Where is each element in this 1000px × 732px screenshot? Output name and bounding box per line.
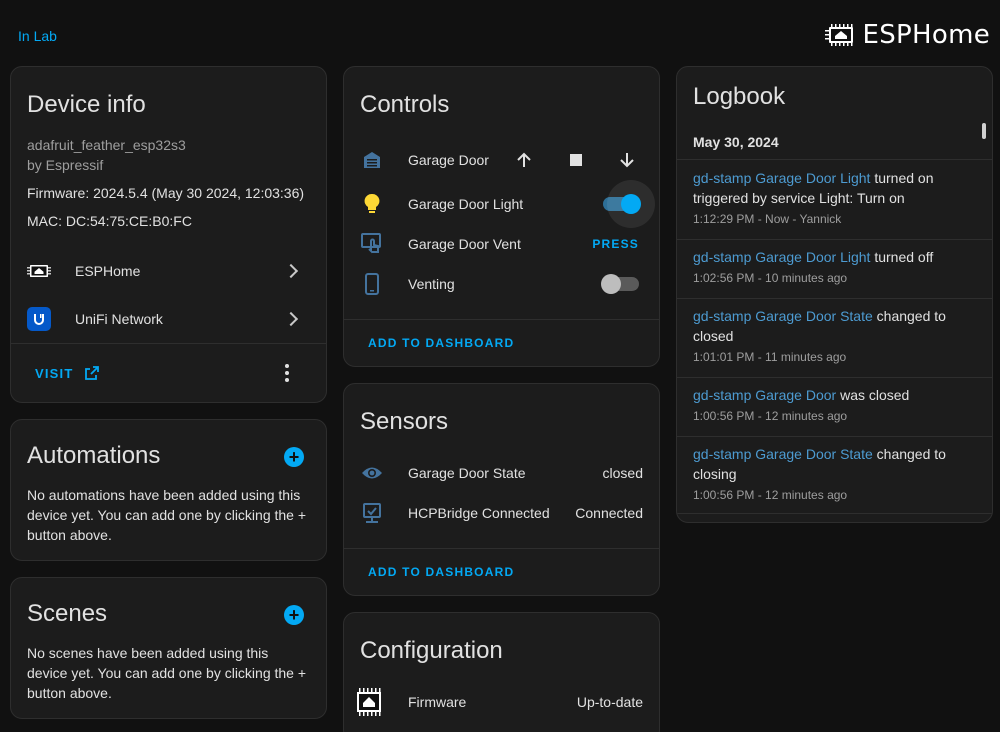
automations-empty-text: No automations have been added using thi… [27,487,307,543]
sensor-garage-door-state[interactable]: Garage Door State closed [360,461,643,485]
log-entry: gd-stamp Garage Door Light turned on tri… [677,168,992,240]
log-entity-link[interactable]: gd-stamp Garage Door State [693,446,873,462]
control-label[interactable]: Garage Door Light [408,196,523,212]
config-value: Up-to-date [576,694,643,710]
add-automation-button[interactable]: + [284,447,304,467]
toggle-knob [601,274,621,294]
sensors-title: Sensors [360,408,449,435]
press-button[interactable]: PRESS [592,237,639,251]
arrow-down-icon[interactable] [618,151,636,169]
control-garage-door-light: Garage Door Light [360,192,643,216]
log-message: turned off [870,249,934,265]
esphome-brand: ESPHome [824,20,991,50]
logbook-card: Logbook May 30, 2024 gd-stamp Garage Doo… [676,66,993,523]
gesture-tap-icon [360,232,384,256]
log-entity-link[interactable]: gd-stamp Garage Door Light [693,170,870,186]
sensor-value: Connected [575,505,643,521]
device-info-title: Device info [27,91,146,118]
unifi-icon [27,307,51,331]
controls-title: Controls [360,91,450,118]
stop-icon[interactable] [570,154,582,166]
configuration-card: Configuration Firmware Up-to-date [343,612,660,732]
sensor-hcpbridge-connected[interactable]: HCPBridge Connected Connected [360,501,643,525]
open-in-new-icon [84,366,99,380]
config-firmware[interactable]: Firmware Up-to-date [357,688,643,716]
logbook-title: Logbook [693,83,786,110]
device-mac: MAC: DC:54:75:CE:B0:FC [27,213,192,229]
control-label[interactable]: Garage Door [408,152,489,168]
device-model: adafruit_feather_esp32s3 [27,137,186,153]
log-message: was closed [836,387,910,403]
divider [11,343,326,344]
controls-card: Controls Garage Door Garage Door Light G… [343,66,660,367]
log-entity-link[interactable]: gd-stamp Garage Door Light [693,249,870,265]
sensor-value: closed [602,465,643,481]
visit-button[interactable]: VISIT [35,365,100,381]
configuration-title: Configuration [360,637,503,664]
sensor-label: Garage Door State [408,465,526,481]
log-entity-link[interactable]: gd-stamp Garage Door State [693,308,873,324]
control-label[interactable]: Venting [408,276,455,292]
log-time: 1:12:29 PM - Now - Yannick [693,212,842,226]
add-scene-button[interactable]: + [284,605,304,625]
automations-card: Automations + No automations have been a… [10,419,327,561]
integration-unifi[interactable]: UniFi Network [27,307,310,331]
control-label[interactable]: Garage Door Vent [408,236,521,252]
control-garage-door: Garage Door [360,148,643,172]
integration-label: ESPHome [75,263,141,279]
garage-icon [360,148,384,172]
log-entity-link[interactable]: gd-stamp Garage Door [693,387,836,403]
toggle-knob [621,194,641,214]
log-time: 1:01:01 PM - 11 minutes ago [693,350,847,364]
log-time: 1:00:56 PM - 12 minutes ago [693,409,848,423]
arrow-up-icon[interactable] [515,151,533,169]
log-entry: gd-stamp Garage Door State changed to cl… [677,444,992,514]
log-time: 1:00:56 PM - 12 minutes ago [693,488,848,502]
logbook-scrollbar[interactable] [982,123,986,139]
log-entry: gd-stamp Garage Door State changed to cl… [677,306,992,378]
logbook-date: May 30, 2024 [693,134,779,150]
esphome-logo-icon [824,24,853,46]
cellphone-icon [360,272,384,296]
esphome-icon [27,259,51,283]
add-to-dashboard-button[interactable]: ADD TO DASHBOARD [368,565,514,579]
automations-title: Automations [27,442,161,469]
esphome-chip-icon [357,688,384,716]
brand-name: ESPHome [862,20,990,50]
scenes-card: Scenes + No scenes have been added using… [10,577,327,719]
area-link[interactable]: In Lab [18,28,57,44]
sensors-card: Sensors Garage Door State closed HCPBrid… [343,383,660,596]
sensor-label: HCPBridge Connected [408,505,550,521]
monitor-check-icon [360,501,384,525]
lightbulb-icon [360,192,384,216]
log-time: 1:02:56 PM - 10 minutes ago [693,271,848,285]
divider [344,548,659,549]
device-firmware: Firmware: 2024.5.4 (May 30 2024, 12:03:3… [27,185,305,201]
divider [344,319,659,320]
config-label: Firmware [408,694,467,710]
light-toggle[interactable] [603,180,655,228]
device-info-card: Device info adafruit_feather_esp32s3 by … [10,66,327,403]
integration-esphome[interactable]: ESPHome [27,259,310,283]
device-manufacturer: by Espressif [27,157,104,173]
scenes-empty-text: No scenes have been added using this dev… [27,645,307,701]
log-entry: gd-stamp Garage Door Light turned off 1:… [677,247,992,299]
integration-label: UniFi Network [75,311,163,327]
more-options-icon[interactable] [284,364,290,382]
divider [677,159,992,160]
scenes-title: Scenes [27,600,108,627]
visit-label: VISIT [35,365,74,381]
log-entry: gd-stamp Garage Door was closed 1:00:56 … [677,385,992,437]
eye-icon [360,461,384,485]
add-to-dashboard-button[interactable]: ADD TO DASHBOARD [368,336,514,350]
venting-toggle[interactable] [601,274,639,294]
